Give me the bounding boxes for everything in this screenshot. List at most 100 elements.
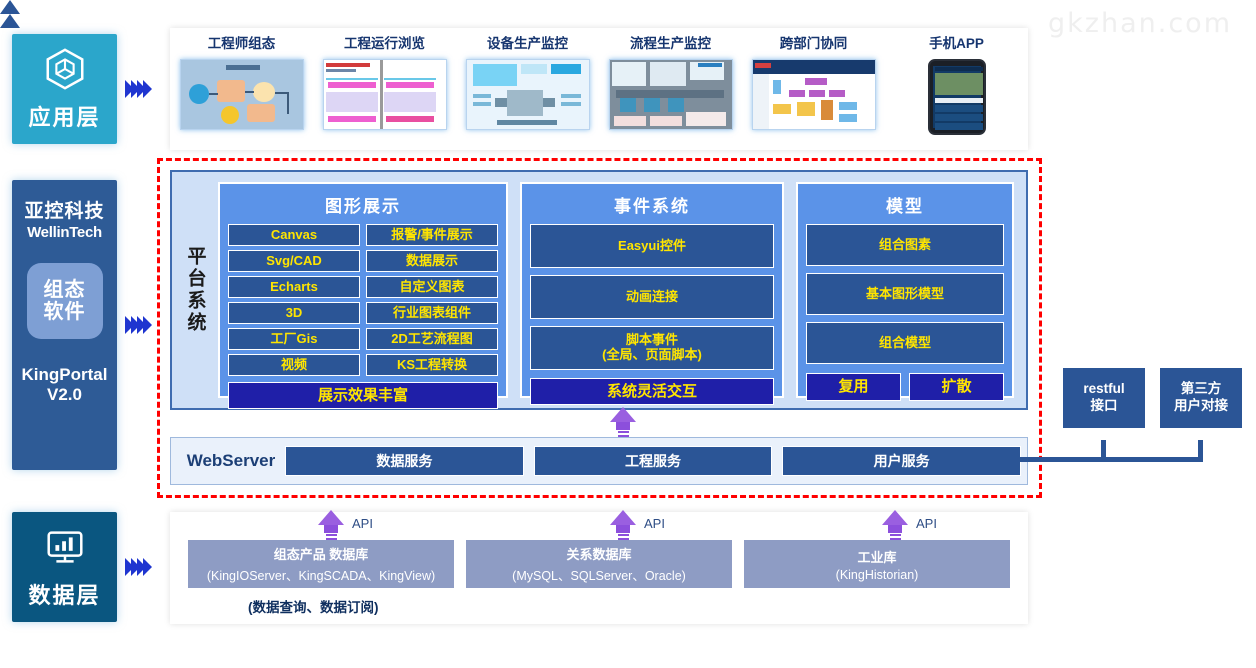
process-monitoring-thumb[interactable] xyxy=(608,59,733,130)
webserver-service-project[interactable]: 工程服务 xyxy=(533,446,773,476)
webserver-bar: WebServer 数据服务 工程服务 用户服务 xyxy=(170,437,1028,485)
app-card-cross-department[interactable]: 跨部门协同 xyxy=(742,32,885,130)
event-item-easyui[interactable]: Easyui控件 xyxy=(530,224,774,268)
connector-arrowhead-restful-icon xyxy=(0,0,20,14)
restful-interface-box[interactable]: restful 接口 xyxy=(1063,368,1145,428)
product-name: KingPortal V2.0 xyxy=(22,365,108,406)
graphics-summary-wrap: 展示效果丰富 xyxy=(228,382,498,409)
project-runtime-browse-thumb[interactable] xyxy=(322,59,447,130)
third-party-label-line2: 用户对接 xyxy=(1174,398,1228,413)
app-card-equipment-monitoring[interactable]: 设备生产监控 xyxy=(456,32,599,130)
api-label: API xyxy=(352,516,373,531)
panel-event-title: 事件系统 xyxy=(614,197,690,216)
database-detail: (KingHistorian) xyxy=(835,567,919,582)
model-summary-pair: 复用 扩散 xyxy=(806,373,1004,401)
layer-application-label: 应用层 xyxy=(28,105,101,130)
layer-data-label: 数据层 xyxy=(28,583,101,608)
cross-department-thumb[interactable] xyxy=(751,59,876,130)
event-item-script[interactable]: 脚本事件 (全局、页面脚本) xyxy=(530,326,774,370)
event-summary[interactable]: 系统灵活交互 xyxy=(530,378,774,405)
app-card-project-runtime-browse[interactable]: 工程运行浏览 xyxy=(313,32,456,130)
cube-box-icon xyxy=(46,48,83,90)
configuration-software-chip[interactable]: 组态 软件 xyxy=(26,262,103,339)
database-name: 组态产品 数据库 xyxy=(273,547,369,562)
monitor-chart-icon xyxy=(46,531,83,563)
app-title: 手机APP xyxy=(929,36,984,51)
site-watermark: gkzhan.com xyxy=(1048,8,1232,39)
graphics-item-ks-convert[interactable]: KS工程转换 xyxy=(366,354,498,376)
platform-system-label: 平台系统 xyxy=(184,246,206,334)
brand-panel[interactable]: 亚控科技 WellinTech 组态 软件 KingPortal V2.0 xyxy=(12,180,117,470)
webserver-label: WebServer xyxy=(186,451,276,470)
graphics-item-data-display[interactable]: 数据展示 xyxy=(366,250,498,272)
connector-arrowhead-thirdparty-icon xyxy=(0,14,20,28)
graphics-item-industry-chart[interactable]: 行业图表组件 xyxy=(366,302,498,324)
graphics-item-factory-gis[interactable]: 工厂Gis xyxy=(228,328,360,350)
model-item-composite-model[interactable]: 组合模型 xyxy=(806,322,1004,364)
app-title: 设备生产监控 xyxy=(487,36,568,51)
app-card-process-monitoring[interactable]: 流程生产监控 xyxy=(599,32,742,130)
restful-label-line2: 接口 xyxy=(1090,398,1118,413)
connector-vertical-restful xyxy=(1101,440,1106,462)
app-title: 流程生产监控 xyxy=(630,36,711,51)
database-name: 关系数据库 xyxy=(566,547,632,562)
app-card-mobile-app[interactable]: 手机APP xyxy=(885,32,1028,135)
brand-name-cn: 亚控科技 xyxy=(24,201,105,222)
graphics-item-custom-chart[interactable]: 自定义图表 xyxy=(366,276,498,298)
panel-model-title: 模型 xyxy=(886,197,924,216)
software-chip-line1: 组态 xyxy=(43,278,86,301)
api-label: API xyxy=(916,516,937,531)
app-card-engineer-configuration[interactable]: 工程师组态 xyxy=(170,32,313,130)
webserver-service-user[interactable]: 用户服务 xyxy=(782,446,1022,476)
database-box-industrial-historian[interactable]: 工业库 (KingHistorian) xyxy=(744,540,1010,588)
graphics-item-2d-process[interactable]: 2D工艺流程图 xyxy=(366,328,498,350)
product-name-line1: KingPortal xyxy=(21,364,108,384)
model-item-basic-graphic[interactable]: 基本图形模型 xyxy=(806,273,1004,315)
software-chip-line2: 软件 xyxy=(43,300,86,323)
database-box-configuration-products[interactable]: 组态产品 数据库 (KingIOServer、KingSCADA、KingVie… xyxy=(188,540,454,588)
panel-graphics-title: 图形展示 xyxy=(325,197,401,216)
app-title: 跨部门协同 xyxy=(779,36,848,51)
application-layer-strip: 工程师组态 工程运行浏览 设备生产监控 流程生产监控 跨部门协同 手机APP xyxy=(170,28,1028,150)
panel-graphics-display: 图形展示 Canvas 报警/事件展示 Svg/CAD 数据展示 Echarts… xyxy=(218,182,508,409)
panel-event-system: 事件系统 Easyui控件 动画连接 脚本事件 (全局、页面脚本) 系统灵活交互 xyxy=(520,182,784,405)
database-row: 组态产品 数据库 (KingIOServer、KingSCADA、KingVie… xyxy=(188,540,1010,588)
model-item-composite-element[interactable]: 组合图素 xyxy=(806,224,1004,266)
event-feature-list: Easyui控件 动画连接 脚本事件 (全局、页面脚本) 系统灵活交互 xyxy=(530,224,774,405)
model-summary-diffuse[interactable]: 扩散 xyxy=(909,373,1004,401)
database-detail: (KingIOServer、KingSCADA、KingView) xyxy=(206,569,436,583)
third-party-integration-box[interactable]: 第三方 用户对接 xyxy=(1160,368,1242,428)
graphics-item-video[interactable]: 视频 xyxy=(228,354,360,376)
graphics-feature-grid: Canvas 报警/事件展示 Svg/CAD 数据展示 Echarts 自定义图… xyxy=(228,224,498,376)
graphics-item-canvas[interactable]: Canvas xyxy=(228,224,360,246)
database-detail: (MySQL、SQLServer、Oracle) xyxy=(512,569,686,583)
api-row: API API API xyxy=(170,510,1028,544)
model-feature-list: 组合图素 基本图形模型 组合模型 复用 扩散 xyxy=(806,224,1004,401)
chevron-arrow-platform xyxy=(125,316,152,334)
product-version: V2.0 xyxy=(47,385,82,405)
model-summary-reuse[interactable]: 复用 xyxy=(806,373,901,401)
panel-model: 模型 组合图素 基本图形模型 组合模型 复用 扩散 xyxy=(796,182,1014,401)
mobile-app-thumb[interactable] xyxy=(927,59,986,135)
data-layer-note: (数据查询、数据订阅) xyxy=(248,600,379,615)
chevron-arrow-application xyxy=(125,80,152,98)
restful-label-line1: restful xyxy=(1083,381,1125,397)
graphics-item-alarm-event[interactable]: 报警/事件展示 xyxy=(366,224,498,246)
equipment-monitoring-thumb[interactable] xyxy=(465,59,590,130)
database-box-relational[interactable]: 关系数据库 (MySQL、SQLServer、Oracle) xyxy=(466,540,732,588)
event-item-animation-link[interactable]: 动画连接 xyxy=(530,275,774,319)
layer-application[interactable]: 应用层 xyxy=(12,34,117,144)
engineer-configuration-thumb[interactable] xyxy=(179,59,304,130)
brand-name-en: WellinTech xyxy=(27,223,102,241)
graphics-item-svg-cad[interactable]: Svg/CAD xyxy=(228,250,360,272)
layer-data[interactable]: 数据层 xyxy=(12,512,117,622)
webserver-service-data[interactable]: 数据服务 xyxy=(285,446,524,476)
chevron-arrow-data xyxy=(125,558,152,576)
app-title: 工程运行浏览 xyxy=(344,36,425,51)
database-name: 工业库 xyxy=(857,549,897,565)
graphics-item-echarts[interactable]: Echarts xyxy=(228,276,360,298)
platform-system-panel: 平台系统 图形展示 Canvas 报警/事件展示 Svg/CAD 数据展示 Ec… xyxy=(170,170,1028,410)
graphics-item-3d[interactable]: 3D xyxy=(228,302,360,324)
graphics-summary[interactable]: 展示效果丰富 xyxy=(228,382,498,409)
app-title: 工程师组态 xyxy=(207,36,276,51)
